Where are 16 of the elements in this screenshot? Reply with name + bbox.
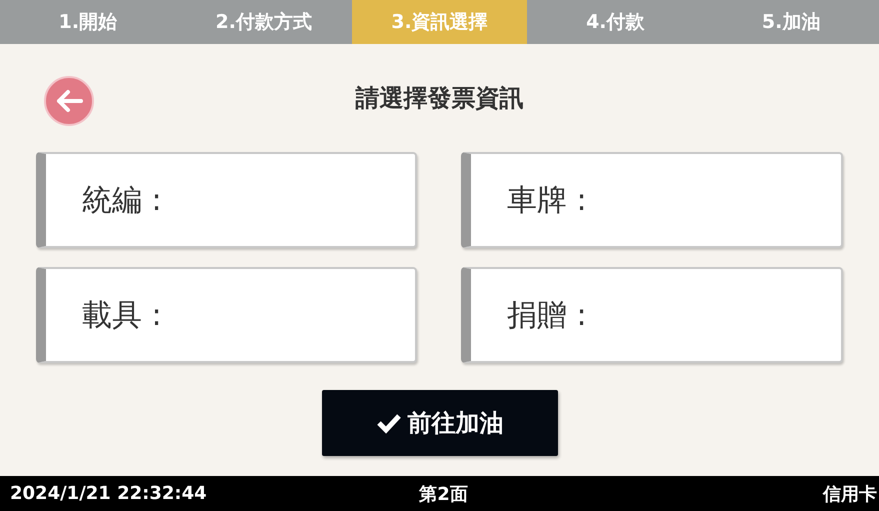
info-field[interactable]: 車牌 : bbox=[461, 152, 843, 248]
field-label: 車牌 : bbox=[507, 182, 587, 220]
check-icon bbox=[376, 412, 402, 434]
field-label: 捐贈 : bbox=[507, 296, 587, 334]
datetime-text: 2024/1/21 22:32:44 bbox=[10, 483, 207, 504]
page-indicator: 第2面 bbox=[419, 482, 468, 506]
field-label: 載具 : bbox=[82, 296, 162, 334]
confirm-button[interactable]: 前往加油 bbox=[322, 390, 558, 456]
info-field[interactable]: 捐贈 : bbox=[461, 267, 843, 363]
payment-method: 信用卡 bbox=[823, 482, 877, 506]
field-label: 統編 : bbox=[82, 182, 162, 220]
arrow-left-icon bbox=[55, 89, 83, 113]
page-title: 請選擇發票資訊 bbox=[356, 83, 524, 114]
info-field[interactable]: 載具 : bbox=[36, 267, 417, 363]
info-field[interactable]: 統編 : bbox=[36, 152, 417, 248]
back-button[interactable] bbox=[44, 76, 94, 126]
